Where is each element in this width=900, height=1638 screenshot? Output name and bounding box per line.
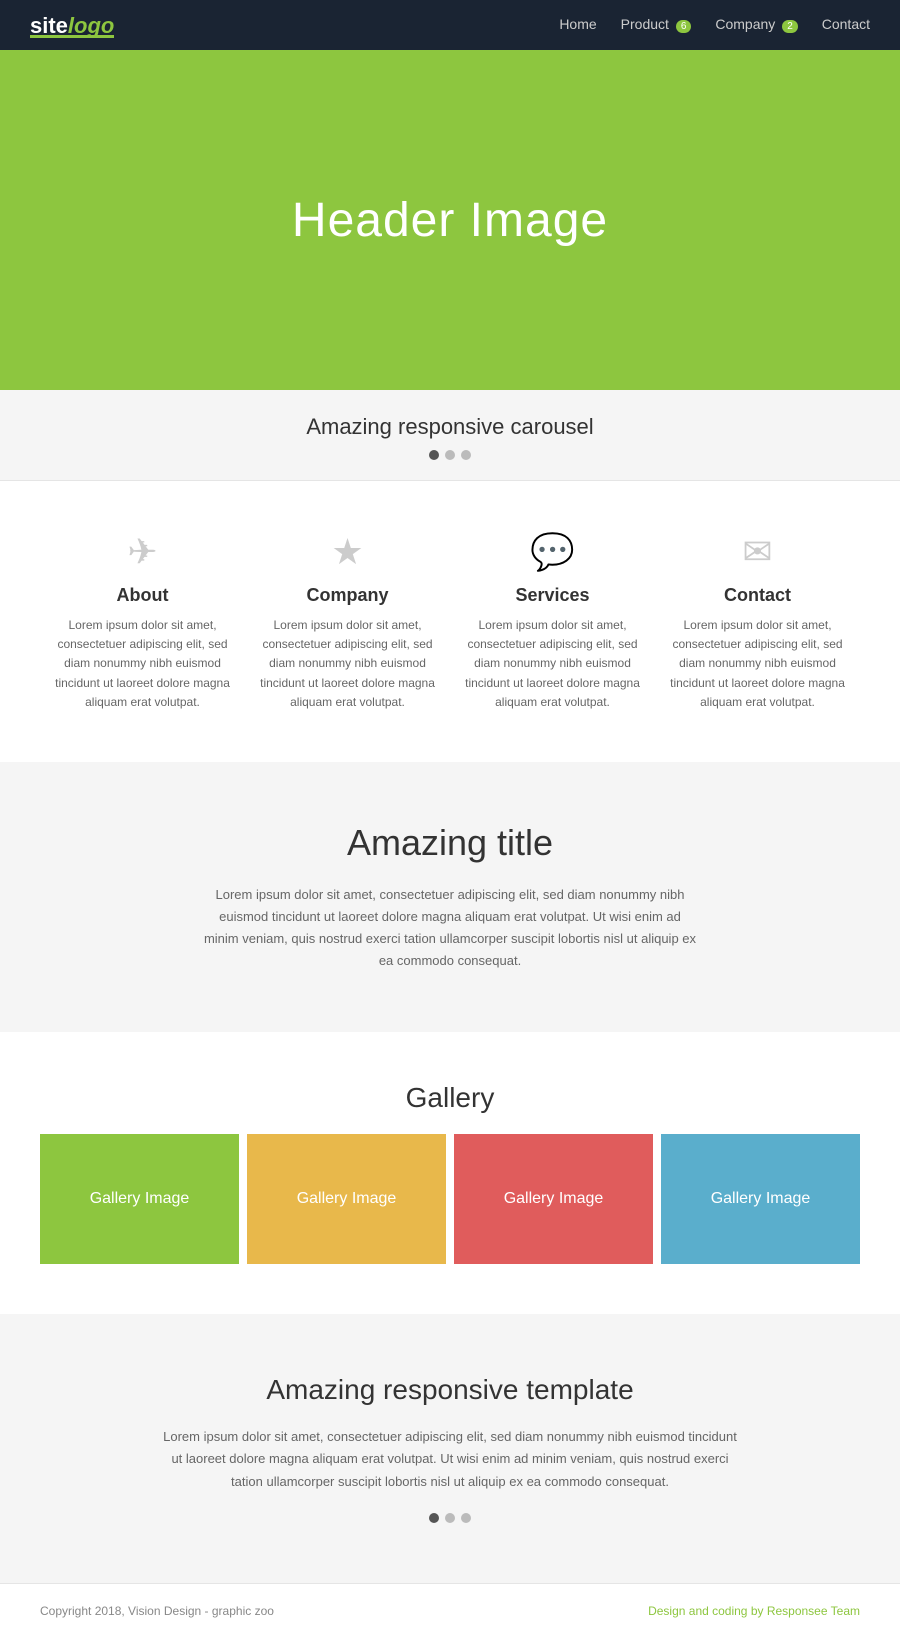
gallery-label-3: Gallery Image xyxy=(504,1190,604,1208)
amazing-title-section: Amazing title Lorem ipsum dolor sit amet… xyxy=(0,762,900,1032)
navbar: sitelogo Home Product 6 Company 2 Contac… xyxy=(0,0,900,50)
logo-italic: logo xyxy=(68,13,114,38)
gallery-label-4: Gallery Image xyxy=(711,1190,811,1208)
template-section: Amazing responsive template Lorem ipsum … xyxy=(0,1314,900,1582)
contact-icon: ✉ xyxy=(670,531,845,573)
gallery-label-2: Gallery Image xyxy=(297,1190,397,1208)
logo-site: site xyxy=(30,13,68,38)
hero-section: Header Image xyxy=(0,50,900,390)
carousel-section: Amazing responsive carousel xyxy=(0,390,900,481)
template-dot-3[interactable] xyxy=(461,1513,471,1523)
feature-company-title: Company xyxy=(260,585,435,606)
dot-3[interactable] xyxy=(461,450,471,460)
dot-2[interactable] xyxy=(445,450,455,460)
feature-services-title: Services xyxy=(465,585,640,606)
company-badge: 2 xyxy=(782,20,798,33)
nav-item-home[interactable]: Home xyxy=(559,16,596,34)
gallery-item-2[interactable]: Gallery Image xyxy=(247,1134,446,1264)
feature-services-text: Lorem ipsum dolor sit amet, consectetuer… xyxy=(465,616,640,712)
footer-copyright: Copyright 2018, Vision Design - graphic … xyxy=(40,1604,274,1618)
gallery-label-1: Gallery Image xyxy=(90,1190,190,1208)
feature-about: ✈ About Lorem ipsum dolor sit amet, cons… xyxy=(40,531,245,712)
feature-contact: ✉ Contact Lorem ipsum dolor sit amet, co… xyxy=(655,531,860,712)
feature-contact-title: Contact xyxy=(670,585,845,606)
template-dot-2[interactable] xyxy=(445,1513,455,1523)
amazing-title-text: Lorem ipsum dolor sit amet, consectetuer… xyxy=(200,884,700,972)
template-text: Lorem ipsum dolor sit amet, consectetuer… xyxy=(160,1426,740,1492)
company-icon: ★ xyxy=(260,531,435,573)
gallery-item-4[interactable]: Gallery Image xyxy=(661,1134,860,1264)
dot-1[interactable] xyxy=(429,450,439,460)
footer: Copyright 2018, Vision Design - graphic … xyxy=(0,1583,900,1638)
services-icon: 💬 xyxy=(465,531,640,573)
footer-credit: Design and coding by Responsee Team xyxy=(648,1604,860,1618)
gallery-item-1[interactable]: Gallery Image xyxy=(40,1134,239,1264)
amazing-title: Amazing title xyxy=(200,822,700,864)
hero-title: Header Image xyxy=(292,193,608,248)
product-badge: 6 xyxy=(676,20,692,33)
template-dots xyxy=(160,1513,740,1523)
gallery-item-3[interactable]: Gallery Image xyxy=(454,1134,653,1264)
nav-item-contact[interactable]: Contact xyxy=(822,16,870,34)
template-dot-1[interactable] xyxy=(429,1513,439,1523)
feature-about-text: Lorem ipsum dolor sit amet, consectetuer… xyxy=(55,616,230,712)
feature-company: ★ Company Lorem ipsum dolor sit amet, co… xyxy=(245,531,450,712)
feature-about-title: About xyxy=(55,585,230,606)
feature-services: 💬 Services Lorem ipsum dolor sit amet, c… xyxy=(450,531,655,712)
carousel-title: Amazing responsive carousel xyxy=(0,414,900,440)
nav-item-product[interactable]: Product 6 xyxy=(621,16,692,34)
gallery-section: Gallery Gallery Image Gallery Image Gall… xyxy=(0,1032,900,1314)
template-title: Amazing responsive template xyxy=(160,1374,740,1406)
gallery-title: Gallery xyxy=(40,1082,860,1114)
logo: sitelogo xyxy=(30,13,114,38)
carousel-dots xyxy=(0,450,900,460)
features-section: ✈ About Lorem ipsum dolor sit amet, cons… xyxy=(0,481,900,762)
about-icon: ✈ xyxy=(55,531,230,573)
nav-links: Home Product 6 Company 2 Contact xyxy=(559,16,870,34)
feature-contact-text: Lorem ipsum dolor sit amet, consectetuer… xyxy=(670,616,845,712)
feature-company-text: Lorem ipsum dolor sit amet, consectetuer… xyxy=(260,616,435,712)
gallery-grid: Gallery Image Gallery Image Gallery Imag… xyxy=(40,1134,860,1264)
nav-item-company[interactable]: Company 2 xyxy=(715,16,797,34)
